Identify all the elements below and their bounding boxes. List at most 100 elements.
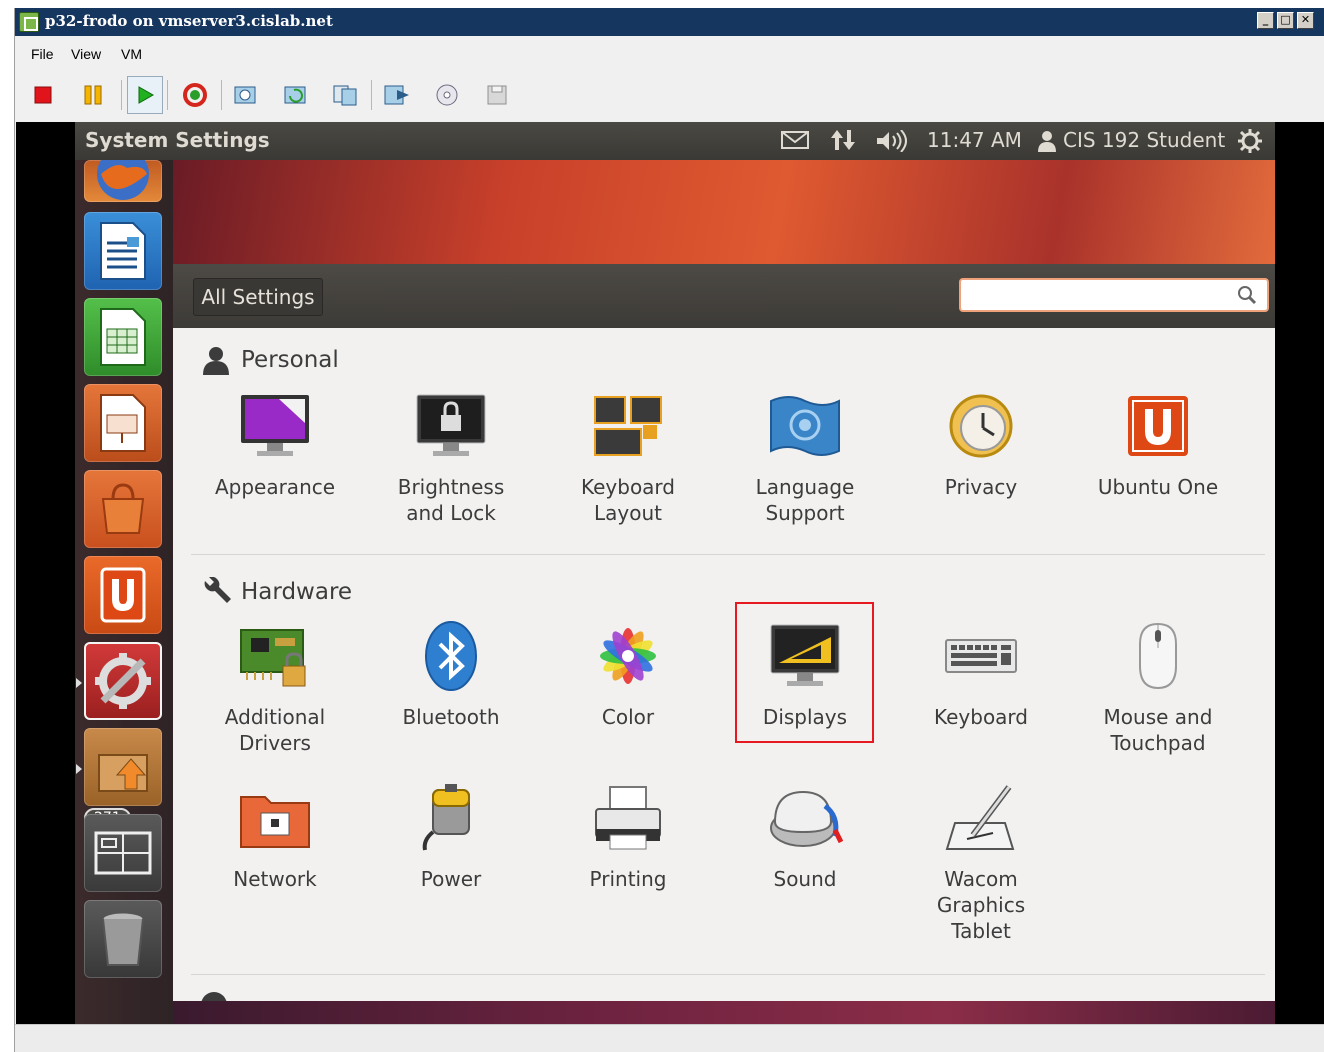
vm-toolbar — [15, 76, 1324, 114]
vsphere-app-icon — [19, 12, 39, 32]
tile-ubuntu-one[interactable]: Ubuntu One — [1070, 388, 1246, 500]
search-field[interactable] — [959, 278, 1269, 312]
firefox-launcher-icon[interactable] — [84, 160, 162, 202]
impress-launcher-icon[interactable] — [84, 384, 162, 462]
tile-power[interactable]: Power — [363, 780, 539, 892]
desktop-bottom-strip — [173, 1001, 1275, 1024]
tile-label: Additional Drivers — [224, 705, 326, 755]
floppy-icon[interactable] — [479, 76, 515, 114]
section-divider-2 — [191, 974, 1265, 975]
wrench-icon — [201, 577, 231, 607]
tile-language-support[interactable]: Language Support — [717, 388, 893, 526]
unity-launcher: 271 — [75, 160, 173, 1024]
search-icon — [1238, 286, 1257, 305]
tile-label: Network — [233, 867, 317, 891]
minimize-button[interactable]: _ — [1257, 12, 1274, 29]
tile-label: Language Support — [755, 475, 855, 525]
tile-sound[interactable]: Sound — [717, 780, 893, 892]
tile-bluetooth[interactable]: Bluetooth — [363, 618, 539, 730]
ubuntu-one-launcher-icon[interactable] — [84, 556, 162, 634]
tile-keyboard[interactable]: Keyboard — [893, 618, 1069, 730]
tile-label: Bluetooth — [402, 705, 500, 729]
tile-network[interactable]: Network — [187, 780, 363, 892]
ubuntu-one-icon — [1120, 388, 1196, 464]
running-indicator — [76, 678, 82, 688]
ubuntu-top-panel: System Settings 11:47 AM CIS 192 Student — [75, 122, 1275, 160]
menu-file[interactable]: File — [31, 46, 54, 62]
guest-screen[interactable]: System Settings 11:47 AM CIS 192 Student — [16, 122, 1324, 1024]
messaging-icon[interactable] — [781, 130, 809, 155]
tile-mouse-touchpad[interactable]: Mouse and Touchpad — [1070, 618, 1246, 756]
stop-icon[interactable] — [25, 76, 61, 114]
tile-label: Ubuntu One — [1097, 475, 1219, 499]
system-section-icon — [201, 992, 227, 1001]
network-folder-icon — [237, 780, 313, 856]
section-personal-header: Personal — [201, 344, 339, 376]
tile-appearance[interactable]: Appearance — [187, 388, 363, 500]
tile-printing[interactable]: Printing — [540, 780, 716, 892]
privacy-clock-icon — [943, 388, 1019, 464]
settings-content: Personal Appearance Brightness and Lock … — [173, 328, 1275, 1001]
search-input[interactable] — [967, 281, 1227, 309]
section-hardware-header: Hardware — [201, 576, 352, 608]
close-button[interactable]: ✕ — [1297, 12, 1314, 29]
running-indicator-2 — [76, 764, 82, 774]
user-name[interactable]: CIS 192 Student — [1063, 128, 1225, 152]
send-ctrl-alt-del-icon[interactable] — [379, 76, 415, 114]
tile-wacom[interactable]: Wacom Graphics Tablet — [893, 780, 1069, 944]
tile-privacy[interactable]: Privacy — [893, 388, 1069, 500]
writer-launcher-icon[interactable] — [84, 212, 162, 290]
language-flag-icon — [767, 388, 843, 464]
menu-view[interactable]: View — [71, 46, 101, 62]
snapshot-icon[interactable] — [227, 76, 263, 114]
trash-launcher-icon[interactable] — [84, 900, 162, 978]
tile-label: Printing — [589, 867, 667, 891]
tile-label: Appearance — [214, 475, 336, 499]
wacom-tablet-icon — [943, 780, 1019, 856]
settings-toolbar: All Settings — [173, 264, 1275, 328]
tile-label: Mouse and Touchpad — [1103, 705, 1213, 755]
lock-icon — [413, 388, 489, 464]
power-battery-icon — [413, 780, 489, 856]
section-divider — [191, 554, 1265, 555]
tile-label: Color — [601, 705, 655, 729]
volume-icon[interactable] — [875, 129, 909, 157]
panel-app-title: System Settings — [85, 128, 270, 152]
play-icon[interactable] — [127, 76, 163, 114]
tile-additional-drivers[interactable]: Additional Drivers — [187, 618, 363, 756]
section-personal-title: Personal — [241, 347, 339, 373]
workspace-switcher-launcher-icon[interactable] — [84, 814, 162, 892]
tile-label: Keyboard — [933, 705, 1028, 729]
keyboard-layout-icon — [590, 388, 666, 464]
tile-label: Keyboard Layout — [580, 475, 675, 525]
appearance-icon — [237, 388, 313, 464]
tile-color[interactable]: Color — [540, 618, 716, 730]
mouse-icon — [1120, 618, 1196, 694]
tile-keyboard-layout[interactable]: Keyboard Layout — [540, 388, 716, 526]
pause-icon[interactable] — [75, 76, 111, 114]
software-center-launcher-icon[interactable] — [84, 470, 162, 548]
all-settings-button[interactable]: All Settings — [193, 278, 323, 316]
vm-statusbar — [15, 1024, 1324, 1052]
bluetooth-icon — [413, 618, 489, 694]
session-gear-icon[interactable] — [1237, 128, 1263, 159]
clock[interactable]: 11:47 AM — [927, 128, 1022, 152]
revert-snapshot-icon[interactable] — [277, 76, 313, 114]
update-manager-launcher-icon[interactable] — [84, 728, 162, 806]
displays-highlight-box — [735, 602, 874, 743]
reset-icon[interactable] — [177, 76, 213, 114]
tile-label: Sound — [773, 867, 837, 891]
tile-label: Privacy — [944, 475, 1018, 499]
cd-dvd-icon[interactable] — [429, 76, 465, 114]
calc-launcher-icon[interactable] — [84, 298, 162, 376]
vm-window-title: p32-frodo on vmserver3.cislab.net — [45, 12, 333, 30]
network-icon[interactable] — [831, 128, 857, 157]
color-icon — [590, 618, 666, 694]
menu-vm[interactable]: VM — [121, 46, 142, 62]
tile-label: Power — [420, 867, 482, 891]
person-icon — [201, 345, 231, 375]
maximize-button[interactable]: □ — [1277, 12, 1294, 29]
system-settings-launcher-icon[interactable] — [84, 642, 162, 720]
tile-brightness-lock[interactable]: Brightness and Lock — [363, 388, 539, 526]
manage-snapshots-icon[interactable] — [327, 76, 363, 114]
